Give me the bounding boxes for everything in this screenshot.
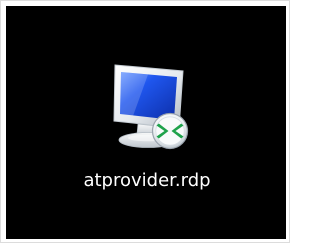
desktop-icon-label[interactable]: atprovider.rdp [54,170,240,192]
remote-desktop-arrows-badge-icon [151,112,189,150]
desktop-background: atprovider.rdp [6,6,286,239]
remote-desktop-connection-file-icon[interactable] [98,58,196,156]
screenshot-frame: atprovider.rdp [0,0,290,243]
remote-desktop-monitor-icon [113,64,189,150]
desktop-icon-rdp-file[interactable]: atprovider.rdp [54,48,240,208]
